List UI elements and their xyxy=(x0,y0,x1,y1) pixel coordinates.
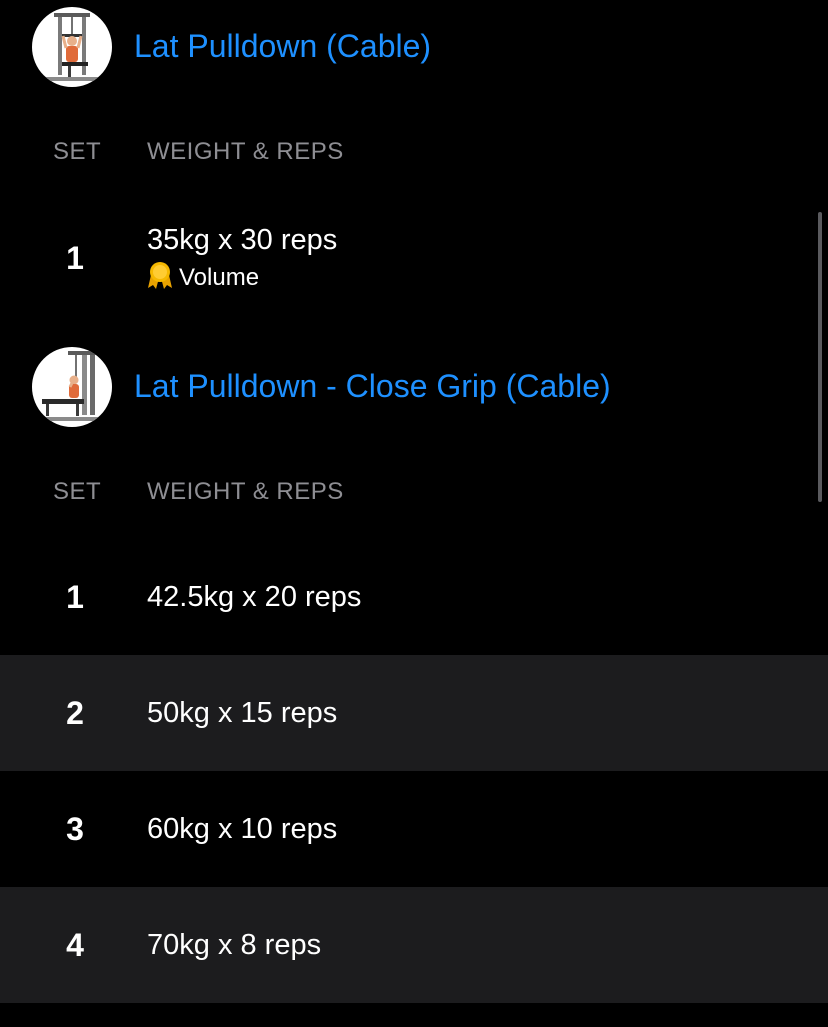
exercise-header[interactable]: Lat Pulldown (Cable) xyxy=(0,2,828,92)
set-number: 2 xyxy=(66,695,84,731)
set-weight-reps: 60kg x 10 reps xyxy=(147,813,338,845)
personal-record-badge: Volume xyxy=(147,261,260,296)
set-number: 4 xyxy=(66,927,84,963)
set-weight-reps: 70kg x 8 reps xyxy=(147,929,322,961)
lat-pulldown-close-grip-icon[interactable] xyxy=(32,347,112,427)
exercise-title[interactable]: Lat Pulldown (Cable) xyxy=(134,28,431,65)
set-row: 2 50kg x 15 reps xyxy=(0,655,828,771)
exercise-header[interactable]: Lat Pulldown - Close Grip (Cable) xyxy=(0,342,828,432)
exercise-title[interactable]: Lat Pulldown - Close Grip (Cable) xyxy=(134,368,611,405)
weight-reps-column-header: WEIGHT & REPS xyxy=(147,138,344,165)
set-number: 3 xyxy=(66,811,84,847)
set-row: 4 70kg x 8 reps xyxy=(0,887,828,1003)
set-weight-reps: 50kg x 15 reps xyxy=(147,697,338,729)
set-row: 1 35kg x 30 reps xyxy=(0,200,828,316)
scrollbar[interactable] xyxy=(818,212,822,502)
weight-reps-column-header: WEIGHT & REPS xyxy=(147,478,344,505)
lat-pulldown-icon[interactable] xyxy=(32,7,112,87)
set-number: 1 xyxy=(66,240,84,276)
set-number: 1 xyxy=(66,579,84,615)
badge-label: Volume xyxy=(179,264,260,291)
set-column-header: SET xyxy=(53,478,102,505)
set-row: 3 60kg x 10 reps xyxy=(0,771,828,887)
set-row: 1 42.5kg x 20 reps xyxy=(0,539,828,655)
set-column-header: SET xyxy=(53,138,102,165)
set-weight-reps: 42.5kg x 20 reps xyxy=(147,581,362,613)
set-weight-reps: 35kg x 30 reps xyxy=(147,224,338,256)
medal-icon xyxy=(147,261,173,296)
